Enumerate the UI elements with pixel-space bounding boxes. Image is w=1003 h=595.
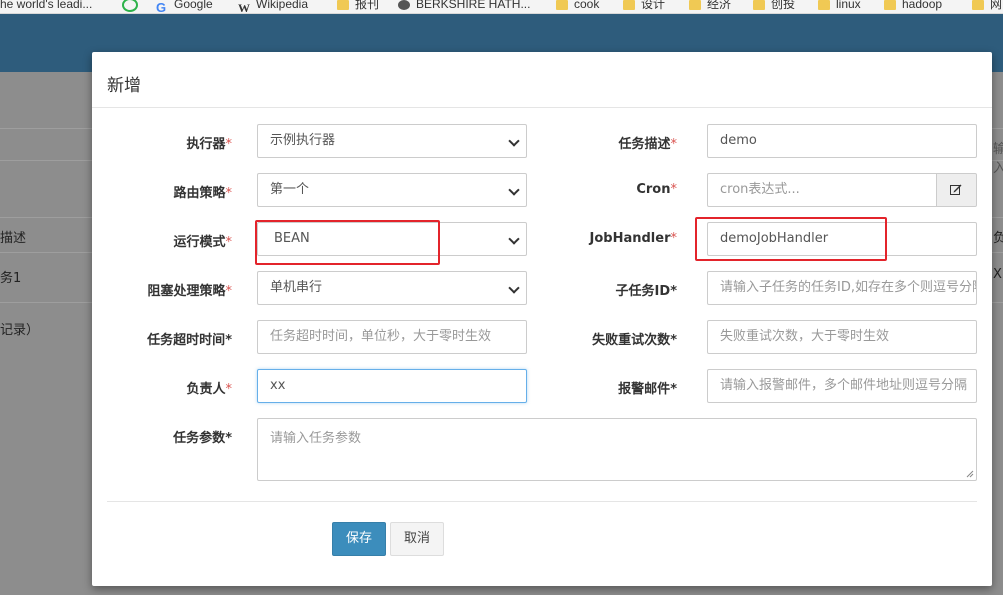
search-input-fragment: 输入	[993, 142, 1003, 176]
job-handler-label: JobHandler*	[589, 231, 677, 246]
route-strategy-label: 路由策略*	[173, 186, 232, 201]
folder-icon	[623, 0, 635, 10]
cron-edit-button[interactable]	[936, 173, 977, 207]
folder-icon	[884, 0, 896, 10]
bookmark-item[interactable]: hadoop	[884, 0, 942, 12]
job-desc-input[interactable]: demo	[707, 124, 977, 158]
resize-handle-icon[interactable]	[966, 470, 974, 478]
bookmark-item[interactable]: BERKSHIRE HATH...	[398, 0, 530, 12]
author-label: 负责人*	[186, 382, 232, 397]
bookmark-label: 网	[990, 0, 1003, 11]
bookmark-item[interactable]: G Google	[156, 0, 213, 14]
divider	[92, 107, 992, 108]
fail-retry-input[interactable]: 失败重试次数，大于零时生效	[707, 320, 977, 354]
folder-icon	[972, 0, 984, 10]
bookmark-item[interactable]: he world's leadi...	[0, 0, 92, 12]
folder-icon	[753, 0, 765, 10]
job-desc-label: 任务描述*	[618, 137, 677, 152]
bookmark-item[interactable]: 网	[972, 0, 1002, 12]
table-cell: 记录）	[0, 323, 40, 338]
bookmarks-bar: he world's leadi... G Google W Wikipedia 报…	[0, 0, 1003, 14]
author-input[interactable]: xx	[257, 369, 527, 403]
bookmark-label: Wikipedia	[256, 0, 309, 11]
folder-icon	[818, 0, 830, 10]
cancel-button[interactable]: 取消	[390, 522, 444, 556]
bookmark-label: he world's leadi...	[0, 0, 93, 11]
wikipedia-icon: W	[238, 0, 250, 14]
folder-icon	[337, 0, 349, 10]
bookmark-item[interactable]: 创投	[753, 0, 795, 12]
child-job-id-label: 子任务ID*	[615, 284, 677, 299]
divider	[107, 501, 977, 502]
google-icon: G	[156, 0, 167, 14]
executor-select[interactable]: 示例执行器	[257, 124, 527, 158]
cron-label: Cron*	[636, 182, 677, 197]
fail-retry-label: 失败重试次数*	[592, 333, 677, 348]
add-job-modal: 新增 执行器* 示例执行器 任务描述* demo 路由策略* 第一个 Cron*…	[92, 52, 992, 586]
loop-icon	[122, 0, 138, 12]
bookmark-item[interactable]	[122, 0, 144, 12]
bookmark-label: 报刊	[355, 0, 380, 11]
bookmark-label: cook	[574, 0, 600, 11]
child-job-id-input[interactable]: 请输入子任务的任务ID,如存在多个则逗号分隔	[707, 271, 977, 305]
bookmark-item[interactable]: 设计	[623, 0, 665, 12]
edit-icon	[950, 184, 962, 195]
highlight-box	[255, 220, 440, 265]
bookmark-item[interactable]: linux	[818, 0, 861, 12]
bookmark-item[interactable]: W Wikipedia	[238, 0, 309, 14]
bookmark-label: 经济	[707, 0, 732, 11]
bookmark-label: 创投	[771, 0, 796, 11]
highlight-box	[695, 217, 887, 261]
bookmark-item[interactable]: 经济	[689, 0, 731, 12]
bookmark-item[interactable]: 报刊	[337, 0, 379, 12]
alarm-email-label: 报警邮件*	[618, 382, 677, 397]
timeout-label: 任务超时时间*	[147, 333, 232, 348]
bookmark-label: BERKSHIRE HATH...	[416, 0, 531, 11]
table-cell: 务1	[0, 271, 22, 286]
folder-icon	[556, 0, 568, 10]
alarm-email-input[interactable]: 请输入报警邮件，多个邮件地址则逗号分隔	[707, 369, 977, 403]
block-strategy-label: 阻塞处理策略*	[147, 284, 232, 299]
route-strategy-select[interactable]: 第一个	[257, 173, 527, 207]
bookmark-item[interactable]: cook	[556, 0, 599, 12]
block-strategy-select[interactable]: 单机串行	[257, 271, 527, 305]
berkshire-icon	[398, 0, 410, 10]
bookmark-label: Google	[174, 0, 213, 11]
glue-type-label: 运行模式*	[173, 235, 232, 250]
table-header-right: 负	[993, 231, 1003, 246]
bookmark-label: hadoop	[902, 0, 943, 11]
executor-param-textarea[interactable]: 请输入任务参数	[257, 418, 977, 481]
modal-title: 新增	[107, 76, 141, 96]
executor-param-label: 任务参数*	[173, 431, 232, 446]
folder-icon	[689, 0, 701, 10]
bookmark-label: linux	[836, 0, 861, 11]
cron-input[interactable]: cron表达式...	[707, 173, 937, 207]
bookmark-label: 设计	[641, 0, 666, 11]
table-cell: X	[993, 267, 1002, 282]
save-button[interactable]: 保存	[332, 522, 386, 556]
table-header-desc: 描述	[0, 231, 27, 246]
executor-label: 执行器*	[186, 137, 232, 152]
timeout-input[interactable]: 任务超时时间，单位秒，大于零时生效	[257, 320, 527, 354]
